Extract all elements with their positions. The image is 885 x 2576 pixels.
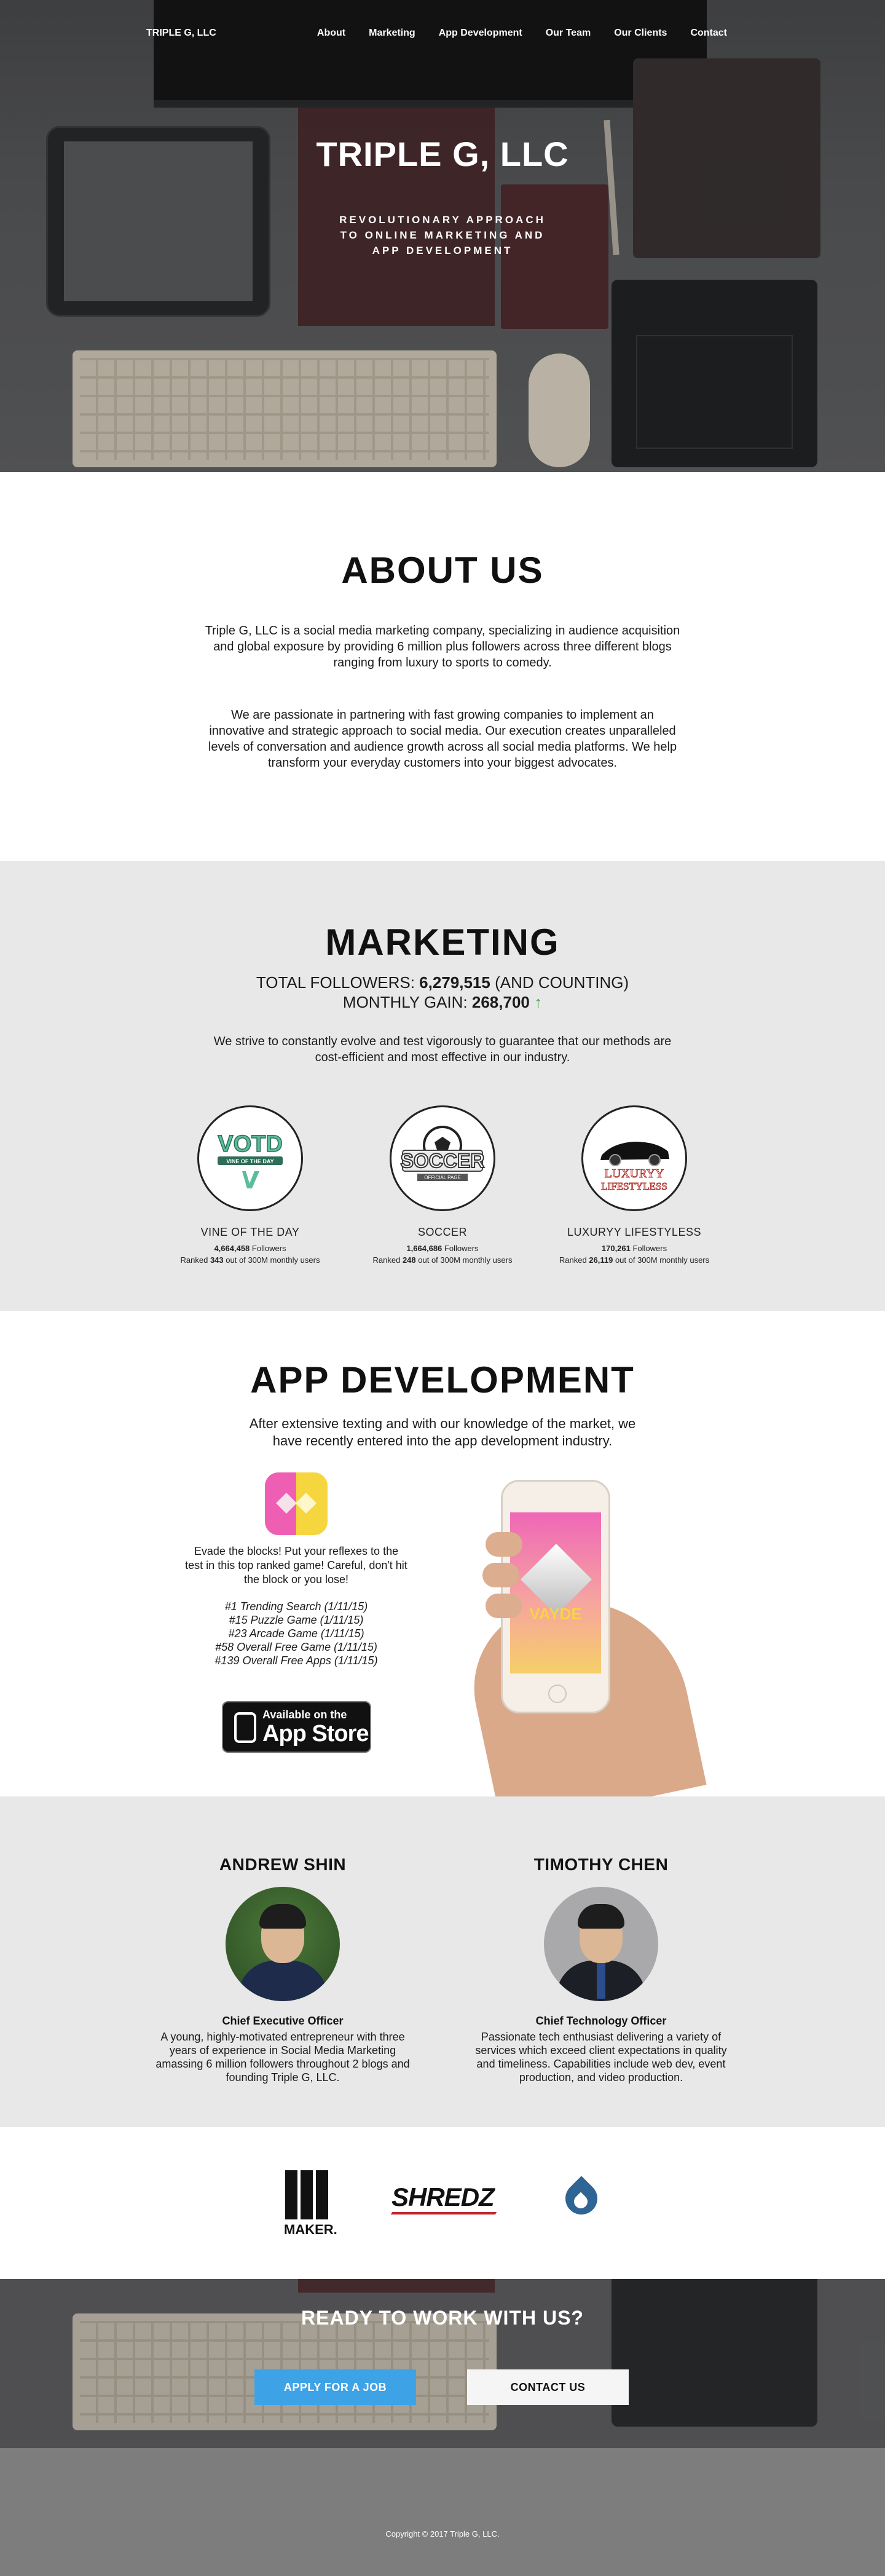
footer: Copyright © 2017 Triple G, LLC. — [0, 2448, 885, 2576]
water-drop-logo[interactable] — [559, 2171, 604, 2230]
svg-text:VINE OF THE DAY: VINE OF THE DAY — [226, 1158, 273, 1164]
contact-us-button[interactable]: CONTACT US — [467, 2369, 629, 2405]
app-rankings: #1 Trending Search (1/11/15) #15 Puzzle … — [184, 1600, 408, 1667]
svg-text:OFFICIAL PAGE: OFFICIAL PAGE — [424, 1175, 461, 1180]
member-bio: A young, highly-motivated entrepreneur w… — [155, 2031, 410, 2084]
total-followers-value: 6,279,515 — [419, 973, 490, 992]
svg-text:LUXURYY: LUXURYY — [605, 1167, 664, 1180]
about-paragraph-2: We are passionate in partnering with fas… — [208, 708, 677, 770]
copyright-text: Copyright © 2017 Triple G, LLC. — [385, 2529, 500, 2538]
monthly-gain-value: 268,700 — [471, 993, 530, 1011]
blog-name: LUXURYY LIFESTYLESS — [567, 1226, 701, 1238]
phone-game-title: VAYDE — [529, 1605, 582, 1623]
phone-icon — [234, 1712, 256, 1743]
brand-link[interactable]: TRIPLE G, LLC — [146, 28, 216, 39]
maker-logo[interactable]: MAKER. — [284, 2170, 337, 2238]
blog-rank: Ranked 343 out of 300M monthly users — [180, 1255, 320, 1265]
app-development-intro: After extensive texting and with our kno… — [249, 1416, 636, 1448]
shredz-logo[interactable]: SHREDZ — [390, 2183, 497, 2214]
total-followers: TOTAL FOLLOWERS: 6,279,515 (AND COUNTING… — [256, 973, 629, 992]
member-name: ANDREW SHIN — [219, 1855, 347, 1874]
apply-for-job-button[interactable]: APPLY FOR A JOB — [254, 2369, 416, 2405]
hero-section: TRIPLE G, LLC About Marketing App Develo… — [0, 0, 885, 472]
home-button-icon — [548, 1685, 567, 1703]
nav-links: About Marketing App Development Our Team… — [317, 28, 727, 39]
member-role: Chief Executive Officer — [222, 2015, 344, 2027]
team-section: ANDREW SHIN Chief Executive Officer A yo… — [0, 1796, 885, 2127]
top-nav: TRIPLE G, LLC About Marketing App Develo… — [0, 0, 885, 68]
blog-card-votd: VOTD VINE OF THE DAY VINE OF THE DAY 4,6… — [158, 1105, 342, 1265]
cta-title: READY TO WORK WITH US? — [301, 2307, 584, 2329]
hero-subtitle: REVOLUTIONARY APPROACH TO ONLINE MARKETI… — [339, 214, 546, 256]
nav-link-our-team[interactable]: Our Team — [546, 28, 591, 39]
hero-title: TRIPLE G, LLC — [316, 135, 569, 173]
votd-logo[interactable]: VOTD VINE OF THE DAY — [197, 1105, 303, 1211]
blog-name: SOCCER — [417, 1226, 467, 1238]
blog-name: VINE OF THE DAY — [200, 1226, 300, 1238]
member-avatar — [544, 1887, 658, 2001]
member-name: TIMOTHY CHEN — [533, 1855, 669, 1874]
nav-link-about[interactable]: About — [317, 28, 345, 39]
about-title: ABOUT US — [341, 550, 544, 591]
about-paragraph-1: Triple G, LLC is a social media marketin… — [205, 624, 680, 670]
blog-rank: Ranked 26,119 out of 300M monthly users — [559, 1255, 710, 1265]
marketing-title: MARKETING — [325, 922, 560, 963]
vayde-app-icon[interactable] — [265, 1472, 328, 1535]
blog-rank: Ranked 248 out of 300M monthly users — [372, 1255, 513, 1265]
blog-card-soccer: SOCCER OFFICIAL PAGE SOCCER 1,664,686 Fo… — [350, 1105, 535, 1265]
app-store-badge-button[interactable]: Available on the App Store — [222, 1701, 371, 1753]
team-member-timothy: TIMOTHY CHEN Chief Technology Officer Pa… — [472, 1855, 730, 2084]
ranking-item: #15 Puzzle Game (1/11/15) — [229, 1614, 364, 1626]
app-description: Evade the blocks! Put your reflexes to t… — [185, 1545, 407, 1586]
luxuryy-logo[interactable]: LUXURYY LIFESTYLESS — [581, 1105, 687, 1211]
app-development-title: APP DEVELOPMENT — [250, 1359, 635, 1401]
ranking-item: #58 Overall Free Game (1/11/15) — [215, 1641, 377, 1653]
app-development-section: APP DEVELOPMENT After extensive texting … — [0, 1311, 885, 1796]
member-avatar — [226, 1887, 340, 2001]
team-member-andrew: ANDREW SHIN Chief Executive Officer A yo… — [154, 1855, 412, 2084]
ranking-item: #1 Trending Search (1/11/15) — [224, 1600, 368, 1613]
blog-followers: 4,664,458 Followers — [214, 1244, 286, 1253]
svg-text:VOTD: VOTD — [218, 1131, 283, 1157]
blog-followers: 1,664,686 Followers — [406, 1244, 479, 1253]
nav-link-app-development[interactable]: App Development — [439, 28, 522, 39]
nav-link-marketing[interactable]: Marketing — [369, 28, 415, 39]
ranking-item: #23 Arcade Game (1/11/15) — [228, 1627, 364, 1640]
clients-section: MAKER. SHREDZ — [0, 2127, 885, 2279]
cta-section: READY TO WORK WITH US? APPLY FOR A JOB C… — [0, 2279, 885, 2448]
nav-link-our-clients[interactable]: Our Clients — [614, 28, 667, 39]
nav-link-contact[interactable]: Contact — [690, 28, 727, 39]
svg-text:LIFESTYLESS: LIFESTYLESS — [601, 1180, 667, 1192]
marketing-section: MARKETING TOTAL FOLLOWERS: 6,279,515 (AN… — [0, 861, 885, 1311]
ranking-item: #139 Overall Free Apps (1/11/15) — [214, 1654, 378, 1667]
soccer-logo[interactable]: SOCCER OFFICIAL PAGE — [390, 1105, 495, 1211]
monthly-gain: MONTHLY GAIN: 268,700 ↑ — [342, 993, 543, 1011]
about-section: ABOUT US Triple G, LLC is a social media… — [0, 472, 885, 861]
blog-card-luxuryy: LUXURYY LIFESTYLESS LUXURYY LIFESTYLESS … — [542, 1105, 726, 1265]
blog-followers: 170,261 Followers — [601, 1244, 667, 1253]
up-arrow-icon: ↑ — [534, 993, 543, 1011]
svg-text:SOCCER: SOCCER — [401, 1150, 485, 1172]
marketing-description: We strive to constantly evolve and test … — [213, 1035, 672, 1064]
member-bio: Passionate tech enthusiast delivering a … — [475, 2031, 727, 2084]
member-role: Chief Technology Officer — [535, 2015, 667, 2027]
